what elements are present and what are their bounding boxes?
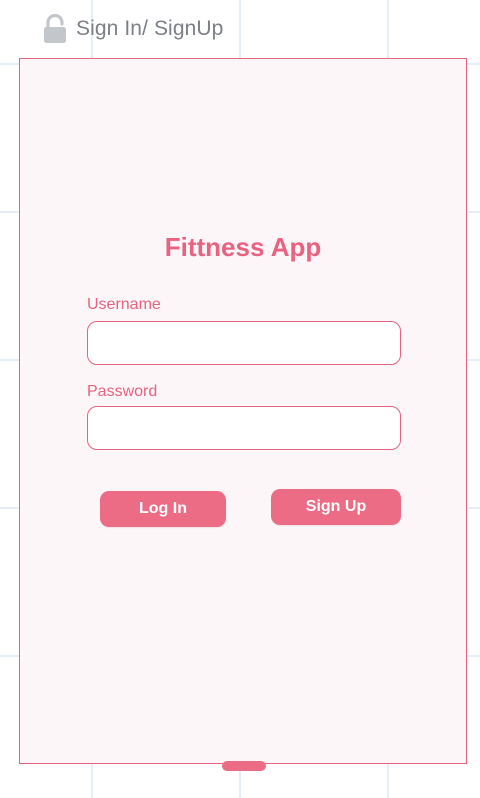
sign-in-frame: Fittness App Username Password Log In Si… bbox=[19, 58, 467, 764]
frame-header[interactable]: Sign In/ SignUp bbox=[42, 12, 223, 46]
design-canvas: Sign In/ SignUp Fittness App Username Pa… bbox=[0, 0, 480, 798]
frame-title: Sign In/ SignUp bbox=[76, 17, 224, 40]
signup-button[interactable]: Sign Up bbox=[271, 489, 401, 525]
lock-icon bbox=[44, 14, 66, 43]
username-label: Username bbox=[87, 296, 161, 313]
login-button[interactable]: Log In bbox=[100, 491, 226, 527]
password-label: Password bbox=[87, 383, 158, 400]
username-input[interactable] bbox=[87, 321, 401, 365]
app-title: Fittness App bbox=[164, 232, 322, 262]
password-input[interactable] bbox=[87, 406, 401, 450]
frame-resize-handle[interactable] bbox=[222, 761, 266, 771]
